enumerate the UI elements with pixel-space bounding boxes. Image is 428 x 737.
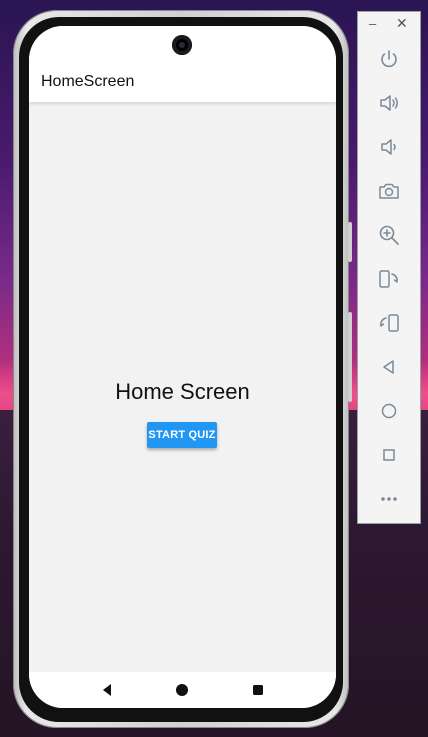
more-icon[interactable]: [373, 483, 405, 515]
nav-recents-icon[interactable]: [244, 676, 272, 704]
nav-home-icon[interactable]: [168, 676, 196, 704]
navigation-bar: [29, 672, 336, 708]
rotate-right-icon[interactable]: [373, 307, 405, 339]
start-quiz-button[interactable]: START QUIZ: [147, 422, 217, 448]
zoom-icon[interactable]: [373, 219, 405, 251]
minimize-button[interactable]: –: [369, 17, 376, 31]
home-content: Home Screen START QUIZ: [29, 102, 336, 672]
emulator-controls-panel: – ✕: [357, 11, 421, 524]
app-bar: HomeScreen: [29, 62, 336, 102]
home-icon[interactable]: [373, 395, 405, 427]
close-button[interactable]: ✕: [396, 16, 408, 30]
home-screen-heading: Home Screen: [115, 379, 250, 404]
camera-icon[interactable]: [373, 175, 405, 207]
phone-side-button: [348, 222, 352, 262]
volume-down-icon[interactable]: [373, 131, 405, 163]
front-camera-icon: [172, 35, 192, 55]
status-bar: [29, 26, 336, 62]
overview-icon[interactable]: [373, 439, 405, 471]
power-icon[interactable]: [373, 43, 405, 75]
back-icon[interactable]: [373, 351, 405, 383]
phone-screen: HomeScreen Home Screen START QUIZ: [29, 26, 336, 708]
emulator-panel-header: – ✕: [358, 12, 420, 38]
app-bar-title: HomeScreen: [41, 73, 135, 90]
nav-back-icon[interactable]: [93, 676, 121, 704]
volume-up-icon[interactable]: [373, 87, 405, 119]
rotate-left-icon[interactable]: [373, 263, 405, 295]
phone-side-button: [348, 312, 352, 402]
